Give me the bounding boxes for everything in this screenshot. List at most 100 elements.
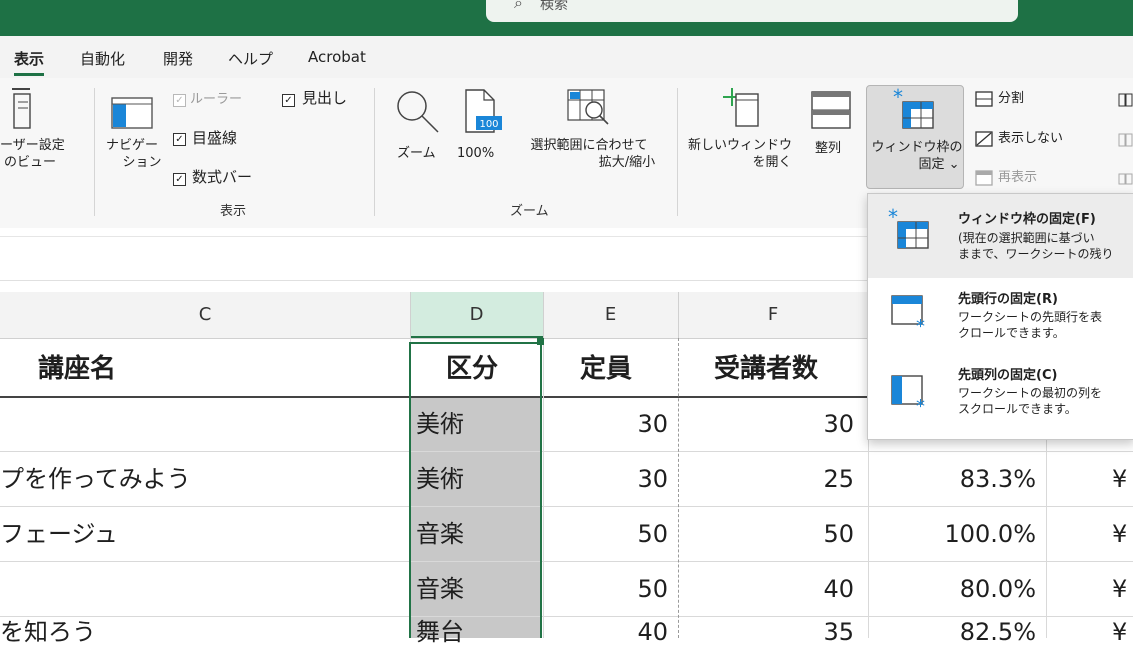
custom-view-icon (8, 86, 34, 134)
header-cell-capacity[interactable]: 定員 (580, 342, 632, 396)
headings-label: 見出し (302, 89, 348, 107)
menu-item-freeze-top-row[interactable]: * 先頭行の固定(R) ワークシートの先頭行を表 クロールできます。 (868, 278, 1133, 356)
freeze-panes-icon: * (893, 85, 937, 136)
search-icon: ⌕ (514, 0, 523, 12)
gridline (543, 338, 544, 638)
cell-fee[interactable]: ¥ (1112, 452, 1127, 506)
freeze-panes-menu: * ウィンドウ枠の固定(F) (現在の選択範囲に基づい ままで、ワークシートの残… (867, 193, 1133, 440)
menu-item-desc: ワークシートの最初の列を スクロールできます。 (958, 386, 1103, 416)
custom-view-button[interactable]: ーザー設定 のビュー (0, 137, 65, 171)
arrange-all-icon (810, 90, 854, 134)
formula-bar-label: 数式バー (192, 168, 253, 186)
column-header-c[interactable]: C (0, 292, 410, 338)
zoom-100-icon: 100 (462, 88, 502, 140)
cell-fee[interactable]: ¥ (1112, 605, 1127, 659)
freeze-panes-menu-icon: * (888, 205, 932, 256)
column-header-d[interactable]: D (410, 292, 543, 338)
freeze-top-row-icon: * (890, 294, 930, 338)
cell-course-name[interactable]: を知ろう (0, 605, 96, 659)
cell-attendees[interactable]: 35 (678, 605, 854, 659)
table-row: を知ろう 舞台 40 35 82.5% ¥ (0, 617, 1133, 671)
freeze-panes-label-2: 固定 ⌄ (918, 157, 960, 172)
gridlines-label: 目盛線 (192, 129, 238, 147)
cell-attendees[interactable]: 30 (678, 397, 854, 451)
cell-capacity[interactable]: 30 (543, 397, 668, 451)
zoom-100-badge-text: 100 (479, 119, 498, 130)
cell-capacity[interactable]: 50 (543, 507, 668, 561)
freeze-first-column-icon: * (890, 374, 930, 418)
group-show-label: 表示 (220, 204, 247, 219)
zoom-to-selection-button[interactable]: 選択範囲に合わせて 拡大/縮小 (514, 137, 664, 171)
svg-text:*: * (916, 316, 925, 334)
navigation-icon (110, 96, 154, 134)
tab-developer[interactable]: 開発 (163, 48, 193, 69)
sync-scroll-icon (1118, 132, 1133, 151)
header-cell-attendees[interactable]: 受講者数 (714, 342, 818, 396)
column-header-f[interactable]: F (678, 292, 868, 338)
unhide-button[interactable]: 再表示 (998, 169, 1037, 186)
tab-help[interactable]: ヘルプ (228, 48, 273, 69)
new-window-icon (716, 86, 760, 134)
column-separator[interactable] (410, 292, 411, 338)
page-break-line (678, 338, 679, 638)
unhide-icon (975, 170, 993, 190)
menu-item-desc: ワークシートの先頭行を表 クロールできます。 (958, 310, 1103, 340)
cell-rate[interactable]: 82.5% (868, 605, 1036, 659)
ribbon-separator (94, 88, 95, 216)
menu-item-title: ウィンドウ枠の固定(F) (958, 212, 1096, 227)
formula-bar-checkbox[interactable]: ✓ (173, 173, 186, 186)
zoom-to-selection-label-1: 選択範囲に合わせて (530, 138, 648, 153)
navigation-label-1: ナビゲー (105, 138, 158, 153)
group-zoom-label: ズーム (510, 204, 549, 219)
ruler-label: ルーラー (190, 92, 243, 107)
cell-rate[interactable]: 100.0% (868, 507, 1036, 561)
cell-course-name[interactable]: フェージュ (0, 507, 118, 561)
menu-item-title: 先頭行の固定(R) (958, 292, 1058, 307)
svg-text:*: * (888, 208, 898, 229)
zoom-100-button[interactable]: 100% (457, 145, 494, 162)
headings-checkbox[interactable]: ✓ (282, 94, 295, 107)
svg-text:*: * (893, 88, 903, 109)
ruler-checkbox[interactable]: ✓ (173, 94, 186, 107)
tab-acrobat[interactable]: Acrobat (308, 48, 366, 66)
cell-capacity[interactable]: 40 (543, 605, 668, 659)
freeze-panes-label-1: ウィンドウ枠の (871, 140, 963, 155)
hide-icon (975, 131, 993, 151)
search-box[interactable]: ⌕ 検索 (486, 0, 1018, 22)
cell-course-name[interactable]: プを作ってみよう (0, 452, 191, 506)
split-button[interactable]: 分割 (998, 90, 1024, 107)
reset-position-icon (1118, 170, 1133, 189)
new-window-button[interactable]: 新しいウィンドウ を開く (684, 137, 796, 171)
navigation-button[interactable]: ナビゲー ション (104, 137, 162, 171)
tab-view[interactable]: 表示 (14, 48, 45, 76)
cell-attendees[interactable]: 25 (678, 452, 854, 506)
custom-view-label-2: のビュー (4, 155, 57, 170)
hide-button[interactable]: 表示しない (998, 130, 1063, 147)
gridlines-checkbox[interactable]: ✓ (173, 133, 186, 146)
magnifier-icon (392, 88, 442, 138)
zoom-to-selection-label-2: 拡大/縮小 (598, 155, 656, 170)
column-separator[interactable] (678, 292, 679, 338)
menu-item-freeze-first-column[interactable]: * 先頭列の固定(C) ワークシートの最初の列を スクロールできます。 (868, 356, 1133, 436)
header-cell-course-name[interactable]: 講座名 (38, 342, 116, 396)
menu-item-freeze-panes[interactable]: * ウィンドウ枠の固定(F) (現在の選択範囲に基づい ままで、ワークシートの残… (868, 194, 1133, 278)
new-window-label-1: 新しいウィンドウ (687, 138, 792, 153)
selection-border[interactable] (409, 342, 542, 638)
new-window-label-2: を開く (752, 155, 792, 170)
zoom-to-selection-icon (566, 86, 612, 134)
custom-view-label-1: ーザー設定 (0, 138, 65, 153)
column-separator[interactable] (543, 292, 544, 338)
split-icon (975, 91, 993, 111)
zoom-button[interactable]: ズーム (397, 145, 436, 162)
cell-rate[interactable]: 83.3% (868, 452, 1036, 506)
cell-attendees[interactable]: 50 (678, 507, 854, 561)
arrange-all-button[interactable]: 整列 (815, 140, 841, 157)
fill-handle[interactable] (537, 338, 544, 345)
column-header-e[interactable]: E (543, 292, 678, 338)
ribbon-separator (677, 88, 678, 216)
cell-fee[interactable]: ¥ (1112, 507, 1127, 561)
view-side-by-side-icon (1118, 92, 1133, 111)
cell-capacity[interactable]: 30 (543, 452, 668, 506)
tab-automate[interactable]: 自動化 (80, 48, 125, 69)
navigation-label-2: ション (122, 155, 162, 170)
